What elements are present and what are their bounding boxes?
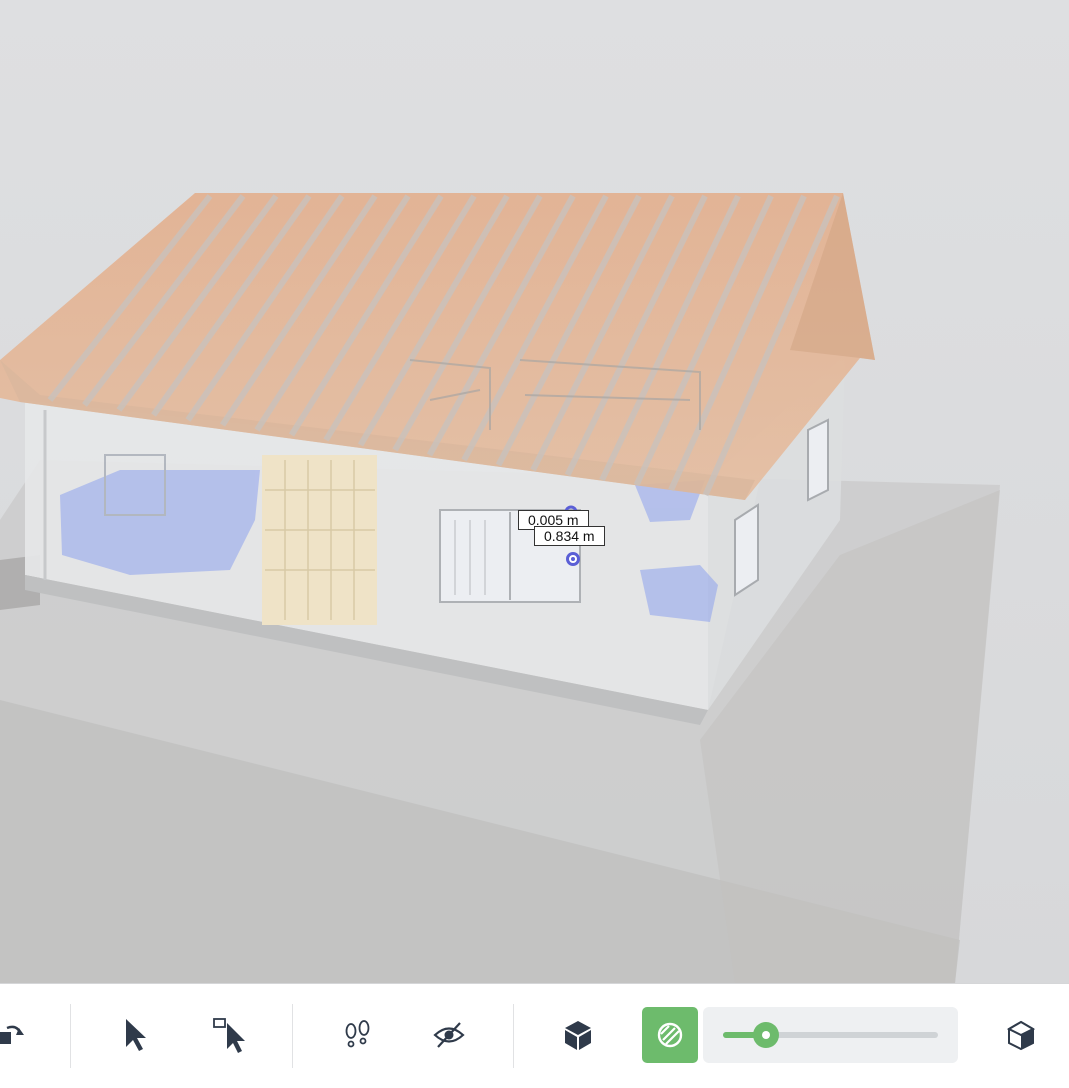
bottom-toolbar [0, 983, 1069, 1088]
outline-cube-icon [1006, 1020, 1036, 1051]
house-3d-model[interactable] [0, 0, 1069, 983]
box-select-button[interactable] [202, 1007, 258, 1063]
select-button[interactable] [106, 1007, 162, 1063]
eye-slash-icon [433, 1022, 465, 1048]
rotate-view-button[interactable] [0, 1007, 38, 1063]
xray-button[interactable] [642, 1007, 698, 1063]
hide-button[interactable] [421, 1007, 477, 1063]
front-door [262, 455, 377, 625]
footsteps-icon [345, 1020, 370, 1048]
rotate-cube-icon [0, 1025, 24, 1044]
opacity-slider-track[interactable] [723, 1022, 938, 1048]
measurement-label-2: 0.834 m [534, 526, 605, 546]
opacity-slider-panel [703, 1007, 958, 1063]
box-select-cursor-icon [213, 1018, 245, 1053]
arrow-cursor-icon [126, 1019, 146, 1051]
3d-viewport[interactable]: 0.005 m 0.834 m [0, 0, 1069, 983]
opacity-slider-thumb[interactable] [753, 1022, 779, 1048]
walk-mode-button[interactable] [330, 1007, 386, 1063]
solid-view-button[interactable] [550, 1007, 606, 1063]
wireframe-cube-button[interactable] [993, 1007, 1049, 1063]
xray-icon [657, 1022, 683, 1048]
solid-cube-icon [565, 1021, 591, 1050]
